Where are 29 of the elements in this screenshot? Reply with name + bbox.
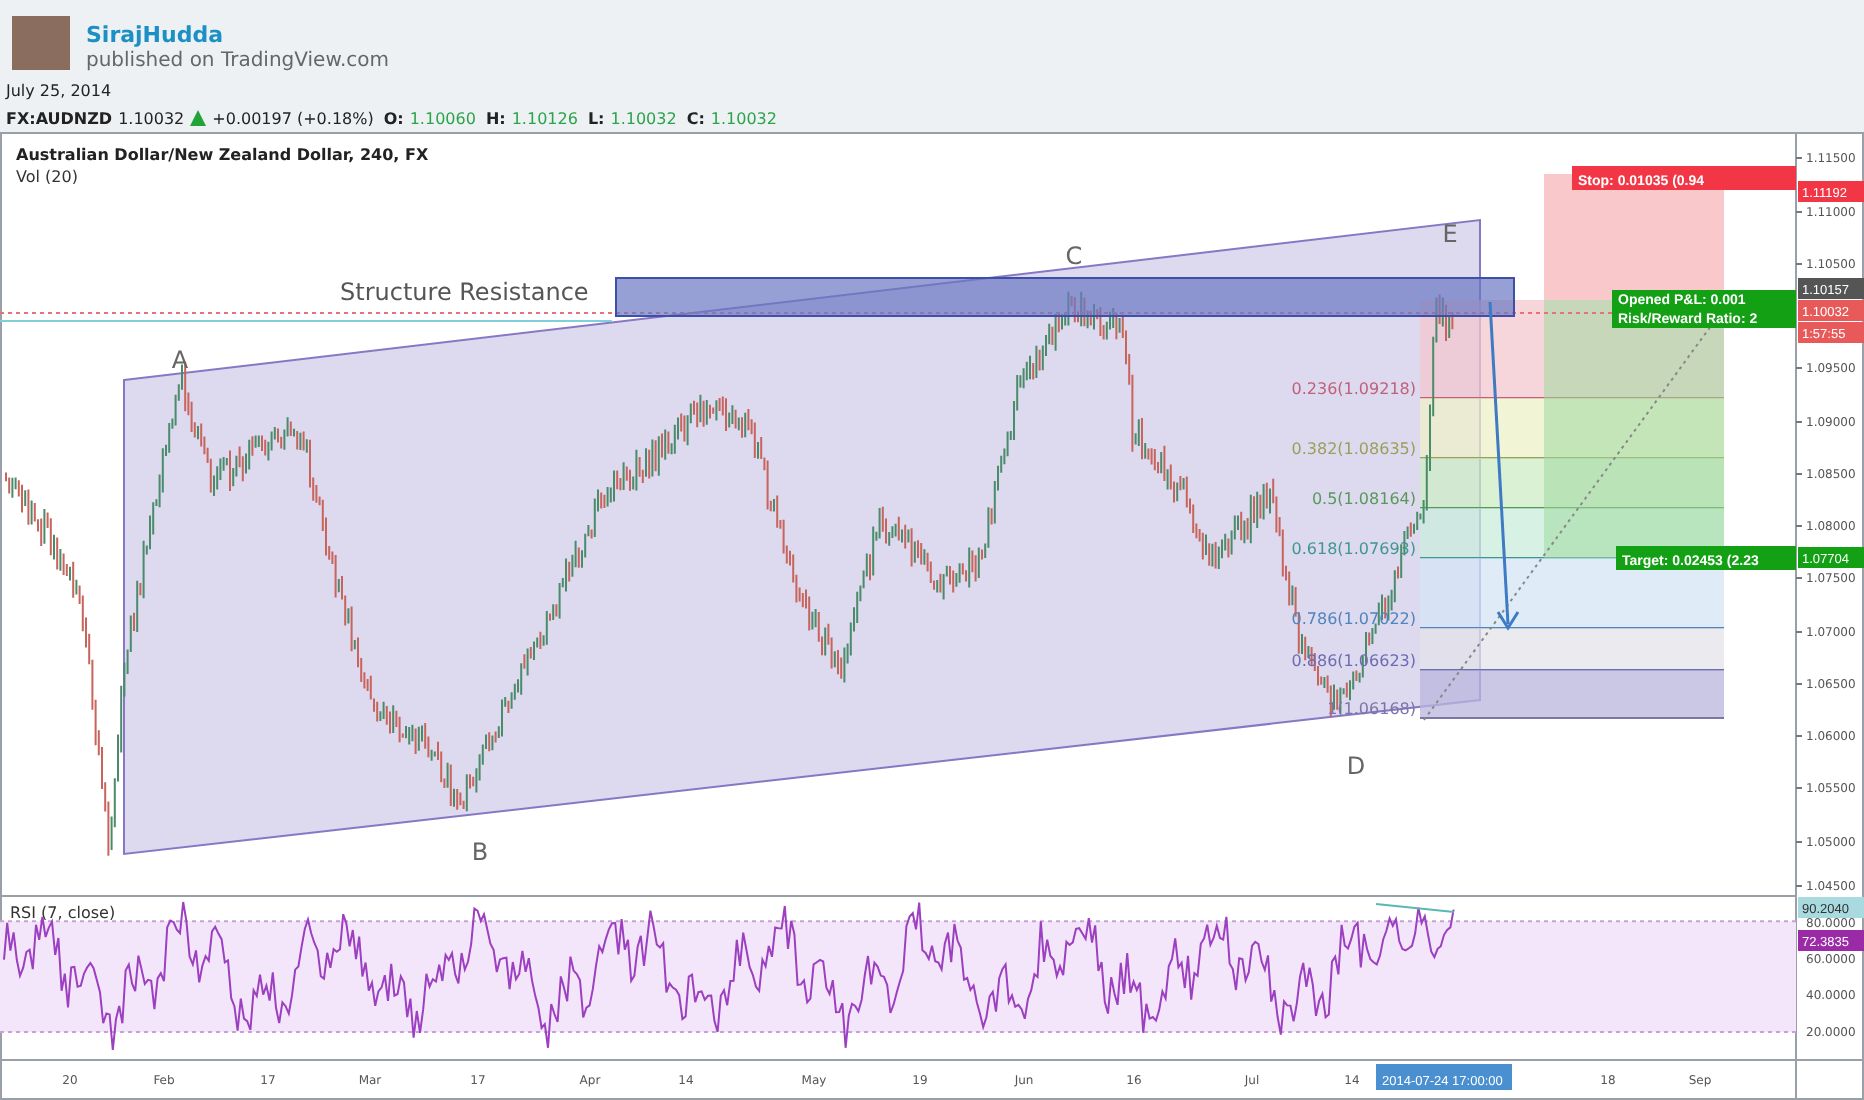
author-link[interactable]: SirajHudda bbox=[86, 22, 389, 48]
last-price: 1.10032 bbox=[118, 109, 185, 127]
wave-label: D bbox=[1346, 752, 1366, 780]
fib-level-label: 0.5(1.08164) bbox=[1311, 490, 1416, 508]
ohlc-value: 1.10032 bbox=[710, 109, 777, 127]
ohlc-label: O: bbox=[383, 109, 404, 127]
ohlc-value: 1.10060 bbox=[409, 109, 476, 127]
volume-label: Vol (20) bbox=[16, 168, 78, 186]
ohlc-label: L: bbox=[587, 109, 605, 127]
fib-level-label: 0.382(1.08635) bbox=[1291, 440, 1416, 458]
avatar-photo-placeholder bbox=[12, 16, 70, 70]
wave-label: E bbox=[1442, 220, 1458, 248]
ohlc-value: 1.10032 bbox=[610, 109, 677, 127]
rsi-title: RSI (7, close) bbox=[10, 904, 116, 922]
chart-title: Australian Dollar/New Zealand Dollar, 240, FX bbox=[16, 146, 429, 164]
ohlc-label: H: bbox=[485, 109, 506, 127]
wave-label: A bbox=[171, 346, 189, 374]
ohlc-label: C: bbox=[686, 109, 705, 127]
wave-label: B bbox=[471, 838, 489, 866]
annotation-label: Structure Resistance bbox=[340, 278, 589, 306]
ohlc-value: 1.10126 bbox=[511, 109, 578, 127]
published-note: published on TradingView.com bbox=[86, 50, 389, 72]
symbol-label: FX:AUDNZD bbox=[6, 109, 113, 127]
publish-date: July 25, 2014 bbox=[6, 82, 112, 100]
price-change: +0.00197 (+0.18%) bbox=[212, 109, 374, 127]
trend-line bbox=[1375, 903, 1455, 913]
wave-label: C bbox=[1065, 242, 1083, 270]
fib-level-label: 0.236(1.09218) bbox=[1291, 380, 1416, 398]
triangle-icon bbox=[190, 110, 207, 126]
